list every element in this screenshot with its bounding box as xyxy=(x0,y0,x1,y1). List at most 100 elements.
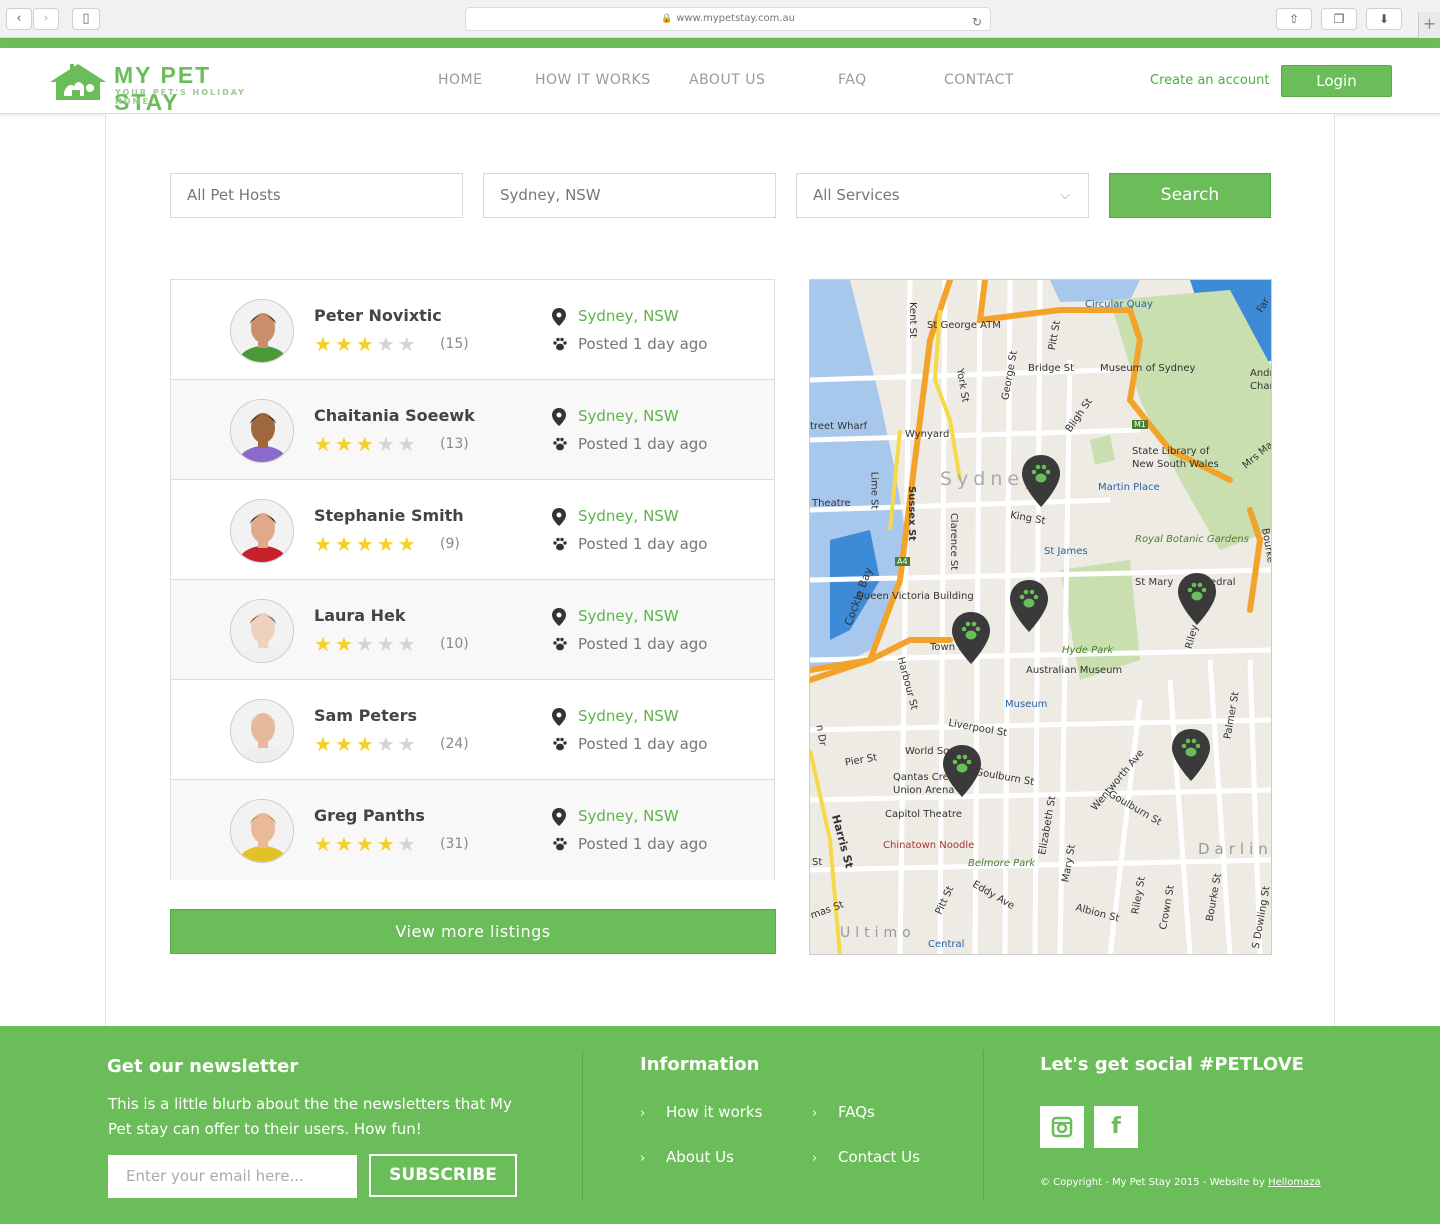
star-icon: ★ xyxy=(376,632,398,656)
star-icon: ★ xyxy=(355,732,377,756)
posted-time: Posted 1 day ago xyxy=(578,535,708,553)
map-label: Kent St xyxy=(907,302,918,338)
star-icon: ★ xyxy=(376,432,398,456)
address-bar[interactable]: 🔒 www.mypetstay.com.au ↻ xyxy=(465,7,991,31)
footer-link-how-it-works[interactable]: › How it works xyxy=(640,1103,762,1121)
login-button[interactable]: Login xyxy=(1281,65,1392,97)
back-icon[interactable]: ‹ xyxy=(6,8,32,30)
map-label: Royal Botanic Gardens xyxy=(1135,534,1249,545)
footer-link-label: Contact Us xyxy=(838,1148,920,1166)
facebook-icon[interactable]: f xyxy=(1094,1106,1138,1148)
copyright: © Copyright - My Pet Stay 2015 - Website… xyxy=(1040,1177,1321,1188)
host-name[interactable]: Laura Hek xyxy=(314,606,406,625)
map[interactable]: Circular Quay St George ATM Kent St Pitt… xyxy=(809,279,1272,955)
map-label: Martin Place xyxy=(1098,482,1160,493)
paw-icon xyxy=(553,737,567,751)
house-logo-icon xyxy=(50,64,106,100)
star-rating: ★★★★★ xyxy=(314,634,419,654)
map-marker-paw-icon[interactable] xyxy=(952,612,990,664)
star-icon: ★ xyxy=(397,532,419,556)
star-icon: ★ xyxy=(355,832,377,856)
star-icon: ★ xyxy=(334,332,356,356)
listing-row[interactable]: Greg Panths ★★★★★ (31) Sydney, NSW Posted 1 … xyxy=(171,780,774,880)
host-name[interactable]: Greg Panths xyxy=(314,806,425,825)
host-name[interactable]: Chaitania Soeewk xyxy=(314,406,475,425)
sidebar-icon[interactable]: ▯ xyxy=(72,8,100,30)
paw-icon xyxy=(553,337,567,351)
nav-home[interactable]: HOME xyxy=(438,72,482,88)
host-type-field[interactable]: All Pet Hosts xyxy=(170,173,463,218)
map-label: Andr xyxy=(1250,368,1272,379)
host-listing: Peter Novixtic ★★★★★ (15) Sydney, NSW Posted… xyxy=(170,279,775,880)
footer-divider xyxy=(983,1050,984,1200)
subscribe-button[interactable]: SUBSCRIBE xyxy=(369,1154,517,1197)
footer-link-label: How it works xyxy=(666,1103,763,1121)
avatar[interactable] xyxy=(230,599,294,663)
star-icon: ★ xyxy=(334,432,356,456)
listing-row[interactable]: Laura Hek ★★★★★ (10) Sydney, NSW Posted 1 da… xyxy=(171,580,774,680)
avatar[interactable] xyxy=(230,699,294,763)
lock-icon: 🔒 xyxy=(660,14,673,24)
create-account-link[interactable]: Create an account xyxy=(1150,73,1269,88)
host-name[interactable]: Peter Novixtic xyxy=(314,306,442,325)
review-count: (10) xyxy=(440,636,469,652)
instagram-icon[interactable] xyxy=(1040,1106,1084,1148)
review-count: (24) xyxy=(440,736,469,752)
map-label: Central xyxy=(928,939,965,950)
new-tab-icon[interactable]: + xyxy=(1418,12,1440,38)
view-more-button[interactable]: View more listings xyxy=(170,909,776,954)
listing-row[interactable]: Chaitania Soeewk ★★★★★ (13) Sydney, NSW Post… xyxy=(171,380,774,480)
listing-row[interactable]: Peter Novixtic ★★★★★ (15) Sydney, NSW Posted… xyxy=(171,280,774,380)
logo[interactable]: MY PET STAY YOUR PET'S HOLIDAY HOME xyxy=(48,60,278,115)
avatar[interactable] xyxy=(230,499,294,563)
social-title: Let's get social #PETLOVE xyxy=(1040,1054,1304,1075)
download-icon[interactable]: ⬇ xyxy=(1366,8,1402,30)
map-label: Chinatown Noodle xyxy=(883,840,975,851)
avatar[interactable] xyxy=(230,799,294,863)
avatar[interactable] xyxy=(230,299,294,363)
nav-about-us[interactable]: ABOUT US xyxy=(689,72,765,88)
footer-link-about-us[interactable]: › About Us xyxy=(640,1148,734,1166)
map-marker-paw-icon[interactable] xyxy=(1022,455,1060,507)
star-rating: ★★★★★ xyxy=(314,334,419,354)
map-marker-paw-icon[interactable] xyxy=(1010,580,1048,632)
host-location: Sydney, NSW xyxy=(578,407,679,425)
footer-link-contact-us[interactable]: › Contact Us xyxy=(812,1148,920,1166)
forward-icon[interactable]: › xyxy=(33,8,59,30)
newsletter-email-input[interactable]: Enter your email here... xyxy=(108,1155,357,1198)
share-icon[interactable]: ⇧ xyxy=(1276,8,1312,30)
map-label: Ultimo xyxy=(840,925,916,941)
map-marker-paw-icon[interactable] xyxy=(943,745,981,797)
host-name[interactable]: Stephanie Smith xyxy=(314,506,464,525)
map-marker-paw-icon[interactable] xyxy=(1178,573,1216,625)
nav-how-it-works[interactable]: HOW IT WORKS xyxy=(535,72,651,88)
map-label: St George ATM xyxy=(927,320,1001,331)
reload-icon[interactable]: ↻ xyxy=(972,11,982,33)
footer-link-faqs[interactable]: › FAQs xyxy=(812,1103,875,1121)
tabs-icon[interactable]: ❐ xyxy=(1321,8,1357,30)
search-button[interactable]: Search xyxy=(1109,173,1271,218)
star-icon: ★ xyxy=(397,432,419,456)
map-marker-paw-icon[interactable] xyxy=(1172,729,1210,781)
listing-row[interactable]: Stephanie Smith ★★★★★ (9) Sydney, NSW Posted… xyxy=(171,480,774,580)
chevron-right-icon: › xyxy=(640,1151,646,1166)
services-select[interactable]: All Services ⌵ xyxy=(796,173,1089,218)
map-label: St Mary xyxy=(1135,577,1174,588)
location-field[interactable]: Sydney, NSW xyxy=(483,173,776,218)
hellomaza-link[interactable]: Hellomaza xyxy=(1268,1177,1321,1188)
map-pin-icon xyxy=(552,608,566,626)
map-label: State Library of xyxy=(1132,446,1210,457)
posted-time: Posted 1 day ago xyxy=(578,735,708,753)
avatar[interactable] xyxy=(230,399,294,463)
nav-faq[interactable]: FAQ xyxy=(838,72,867,88)
star-icon: ★ xyxy=(397,332,419,356)
map-label: Museum of Sydney xyxy=(1100,363,1196,374)
map-label: Belmore Park xyxy=(968,858,1036,869)
nav-contact[interactable]: CONTACT xyxy=(944,72,1014,88)
map-label: Darling xyxy=(1198,840,1272,858)
listing-row[interactable]: Sam Peters ★★★★★ (24) Sydney, NSW Posted 1 d… xyxy=(171,680,774,780)
map-label: Sussex St xyxy=(905,486,917,541)
map-label: Queen Victoria Building xyxy=(856,591,974,602)
newsletter-title: Get our newsletter xyxy=(107,1056,299,1077)
host-name[interactable]: Sam Peters xyxy=(314,706,417,725)
